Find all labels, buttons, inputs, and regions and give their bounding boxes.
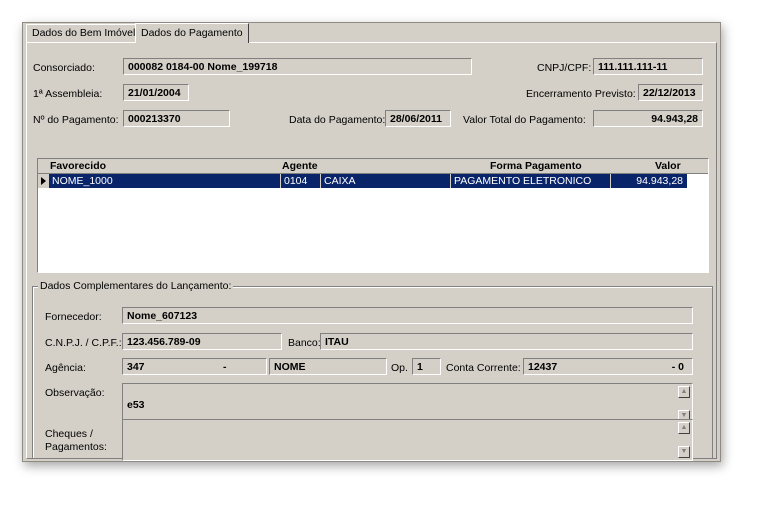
assembleia-field: 21/01/2004 <box>123 84 189 101</box>
payment-window: Dados do Bem Imóvel Dados do Pagamento C… <box>22 22 721 462</box>
payments-grid[interactable]: Favorecido Agente Forma Pagamento Valor … <box>37 158 709 273</box>
column-header-forma-pagamento[interactable]: Forma Pagamento <box>490 159 582 173</box>
data-pagamento-label: Data do Pagamento: <box>289 114 386 126</box>
agencia-numero: 347 <box>127 361 145 373</box>
banco-label: Banco: <box>288 337 321 349</box>
cell-agente-codigo: 0104 <box>281 174 321 188</box>
column-header-valor[interactable]: Valor <box>655 159 681 173</box>
row-pointer-icon <box>41 177 46 185</box>
cnpj-field: 111.111.111-11 <box>593 58 703 75</box>
banco-field: ITAU <box>320 333 693 350</box>
tab-page: Consorciado: 000082 0184-00 Nome_199718 … <box>26 42 717 461</box>
dados-complementares-title: Dados Complementares do Lançamento: <box>38 280 234 292</box>
scroll-up-icon[interactable]: ▲ <box>678 386 690 398</box>
tab-dados-bem-imovel[interactable]: Dados do Bem Imóvel <box>26 24 142 42</box>
data-pagamento-field: 28/06/2011 <box>385 110 451 127</box>
valor-total-field: 94.943,28 <box>593 110 703 127</box>
cell-valor: 94.943,28 <box>636 175 683 187</box>
column-header-favorecido[interactable]: Favorecido <box>50 159 106 173</box>
assembleia-label: 1ª Assembleia: <box>33 88 103 100</box>
cheques-label-2: Pagamentos: <box>45 441 107 453</box>
numero-pagamento-label: Nº do Pagamento: <box>33 114 119 126</box>
conta-corrente-label: Conta Corrente: <box>446 362 521 374</box>
numero-pagamento-field: 000213370 <box>123 110 230 127</box>
agencia-nome-field: NOME <box>269 358 387 375</box>
cnpj-cpf-field: 123.456.789-09 <box>122 333 282 350</box>
op-field: 1 <box>412 358 441 375</box>
cnpj-label: CNPJ/CPF: <box>537 62 592 74</box>
scroll-down-icon[interactable]: ▼ <box>678 446 690 458</box>
cell-forma-pagamento: PAGAMENTO ELETRONICO <box>451 174 611 188</box>
valor-total-label: Valor Total do Pagamento: <box>463 114 586 126</box>
cnpj-cpf-label: C.N.P.J. / C.P.F.: <box>45 337 122 349</box>
observacao-text: e53 <box>127 399 145 411</box>
cheques-label-1: Cheques / <box>45 428 93 440</box>
agencia-field: 347 - <box>122 358 267 375</box>
cell-agente-nome: CAIXA <box>321 174 451 188</box>
column-header-agente[interactable]: Agente <box>282 159 318 173</box>
consorciado-field: 000082 0184-00 Nome_199718 <box>123 58 472 75</box>
cell-favorecido: NOME_1000 <box>49 174 281 188</box>
consorciado-label: Consorciado: <box>33 62 95 74</box>
fornecedor-field: Nome_607123 <box>122 307 693 324</box>
conta-corrente-digito: - 0 <box>671 361 684 373</box>
encerramento-label: Encerramento Previsto: <box>526 88 636 100</box>
agencia-digito: - <box>223 361 227 373</box>
table-row[interactable]: NOME_1000 0104 CAIXA PAGAMENTO ELETRONIC… <box>49 174 687 188</box>
op-label: Op. <box>391 362 408 374</box>
encerramento-field: 22/12/2013 <box>638 84 703 101</box>
tab-dados-pagamento[interactable]: Dados do Pagamento <box>135 23 249 43</box>
fornecedor-label: Fornecedor: <box>45 311 102 323</box>
conta-corrente-field: 12437 - 0 <box>523 358 693 375</box>
scroll-up-icon[interactable]: ▲ <box>678 422 690 434</box>
conta-corrente-numero: 12437 <box>528 361 558 373</box>
grid-header: Favorecido Agente Forma Pagamento Valor <box>38 159 708 174</box>
agencia-label: Agência: <box>45 362 86 374</box>
cheques-memo[interactable]: ▲ ▼ <box>122 419 693 461</box>
observacao-label: Observação: <box>45 387 105 399</box>
